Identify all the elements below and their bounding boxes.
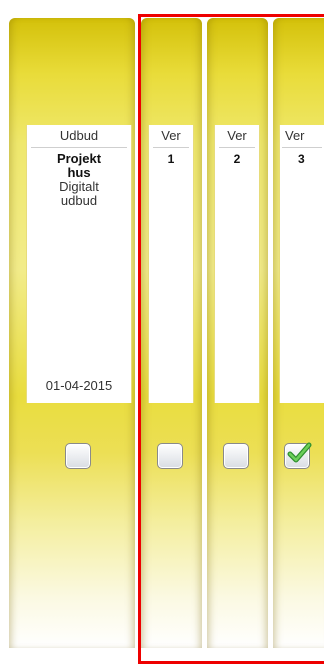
binder-checkbox-version-3[interactable] (284, 442, 312, 469)
binder-subtitle: Digitalt udbud (59, 179, 99, 208)
binder-label-udbud: Udbud Projekt hus Digitalt udbud 01-04-2… (26, 125, 132, 403)
binder-title: Projekt hus (56, 151, 102, 180)
binder-checkbox-udbud[interactable] (65, 443, 91, 469)
binder-date: 01-04-2015 (45, 378, 113, 393)
binder-checkbox-version-2[interactable] (223, 443, 249, 469)
binder-label-version-1: Ver 1 (148, 125, 194, 403)
binder-version-number: 2 (233, 152, 241, 166)
checkmark-icon (287, 442, 312, 463)
binder-label-version-2: Ver 2 (214, 125, 260, 403)
binder-header: Ver (282, 125, 322, 148)
binder-header: Ver (219, 125, 255, 148)
binder-checkbox-version-1[interactable] (157, 443, 183, 469)
binder-label-version-3: Ver 3 (279, 125, 324, 403)
binder-header: Udbud (31, 125, 127, 148)
binder-version-number: 1 (167, 152, 175, 166)
binder-header: Ver (153, 125, 189, 148)
binder-version-number: 3 (298, 152, 305, 166)
